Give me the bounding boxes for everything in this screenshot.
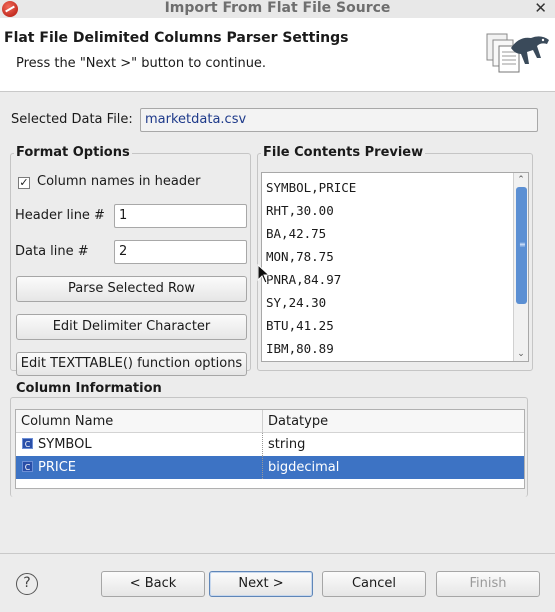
file-preview-list[interactable]: SYMBOL,PRICE RHT,30.00 BA,42.75 MON,78.75 PN… [261, 172, 529, 362]
column-name-cell: PRICE [38, 460, 76, 475]
column-icon: C [22, 461, 33, 472]
wizard-banner: Flat File Delimited Columns Parser Setti… [0, 18, 555, 92]
page-message: Press the "Next >" button to continue. [16, 56, 267, 71]
scroll-down-icon[interactable]: ⌄ [516, 349, 526, 359]
data-line-input[interactable]: 2 [114, 240, 247, 264]
preview-lines: SYMBOL,PRICE RHT,30.00 BA,42.75 MON,78.75 PN… [266, 176, 356, 360]
datatype-cell[interactable]: string [268, 433, 305, 456]
preview-line: PNRA,84.97 [266, 272, 342, 287]
cell-divider [262, 456, 263, 479]
preview-scrollbar[interactable]: ⌃ ≡ ⌄ [513, 173, 528, 361]
format-options-title: Format Options [14, 145, 132, 160]
preview-line: RHT,30.00 [266, 203, 334, 218]
table-header: Column Name Datatype [16, 410, 524, 433]
window-title: Import From Flat File Source [164, 0, 391, 16]
data-file-field[interactable]: marketdata.csv [140, 108, 538, 132]
scroll-thumb[interactable]: ≡ [516, 187, 527, 304]
column-name-cell: SYMBOL [38, 437, 92, 452]
import-wizard-icon [486, 33, 549, 73]
column-icon: C [22, 438, 33, 449]
back-button[interactable]: < Back [101, 571, 205, 597]
column-names-checkbox[interactable]: ✓ [18, 177, 30, 189]
column-info-title: Column Information [14, 381, 164, 396]
preview-line: SYMBOL,PRICE [266, 180, 357, 195]
datatype-header[interactable]: Datatype [262, 410, 524, 433]
preview-line: BTU,41.25 [266, 318, 334, 333]
preview-line: BA,42.75 [266, 226, 327, 241]
table-row[interactable]: C SYMBOL string [16, 433, 524, 456]
data-file-label: Selected Data File: [11, 112, 133, 127]
header-line-label: Header line # [15, 208, 105, 223]
cancel-button[interactable]: Cancel [322, 571, 426, 597]
preview-line: IBM,80.89 [266, 341, 334, 356]
footer-divider [0, 553, 555, 554]
data-line-label: Data line # [15, 244, 89, 259]
grip-icon: ≡ [519, 240, 526, 249]
header-line-input[interactable]: 1 [114, 204, 247, 228]
preview-line: MON,78.75 [266, 249, 334, 264]
edit-texttable-button[interactable]: Edit TEXTTABLE() function options [16, 352, 247, 376]
edit-delimiter-button[interactable]: Edit Delimiter Character [16, 314, 247, 340]
cell-divider [262, 433, 263, 456]
scroll-up-icon[interactable]: ⌃ [516, 175, 526, 185]
column-name-header[interactable]: Column Name [16, 410, 262, 433]
file-preview-title: File Contents Preview [261, 145, 426, 160]
column-info-table[interactable]: Column Name Datatype C SYMBOL string C PRICE… [15, 409, 525, 489]
table-row[interactable]: C PRICE bigdecimal [16, 456, 524, 479]
help-icon[interactable]: ? [16, 573, 38, 595]
next-button[interactable]: Next > [209, 571, 313, 597]
parse-selected-row-button[interactable]: Parse Selected Row [16, 276, 247, 302]
datatype-cell[interactable]: bigdecimal [268, 456, 339, 479]
page-title: Flat File Delimited Columns Parser Setti… [4, 30, 349, 46]
preview-line: SY,24.30 [266, 295, 327, 310]
window-titlebar: Import From Flat File Source ✕ [0, 0, 555, 18]
finish-button[interactable]: Finish [436, 571, 540, 597]
column-names-label: Column names in header [37, 174, 201, 189]
close-icon[interactable]: ✕ [534, 0, 547, 17]
mouse-cursor-icon [257, 264, 271, 284]
